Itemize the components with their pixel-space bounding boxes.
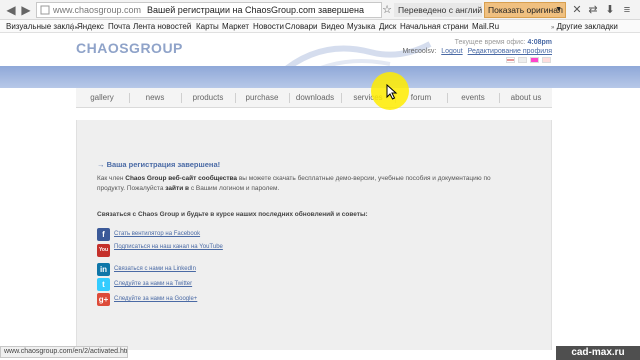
bookmark-news-feed[interactable]: Лента новостей	[133, 20, 191, 33]
url-tab-title: Вашей регистрации на ChaosGroup.com заве…	[147, 5, 365, 15]
mouse-pointer-icon	[386, 84, 398, 100]
star-icon[interactable]: ☆	[380, 3, 394, 17]
web-page: CHAOSGROUP Текущее время офис: 4:08pm Mr…	[0, 34, 640, 350]
language-flags	[506, 57, 552, 65]
main-content: → Ваша регистрация завершена! Как член C…	[76, 120, 552, 350]
flag-icon[interactable]	[542, 57, 551, 63]
twitter-link[interactable]: Следуйте за нами на Twitter	[114, 280, 192, 289]
googleplus-icon[interactable]: g+	[97, 293, 110, 306]
social-linkedin[interactable]: in Связаться с нами на LinkedIn	[97, 263, 397, 277]
linkedin-icon[interactable]: in	[97, 263, 110, 276]
address-bar-row: ◀ ▶ www.chaosgroup.com Вашей регистрации …	[0, 0, 640, 20]
youtube-icon[interactable]: You	[97, 244, 110, 257]
social-googleplus[interactable]: g+ Следуйте за нами на Google+	[97, 293, 397, 307]
bookmark-news[interactable]: Новости	[253, 20, 284, 33]
bookmark-start-page[interactable]: Начальная страни	[400, 20, 468, 33]
bookmark-label: Визуальные закла	[6, 22, 75, 31]
nav-products[interactable]: products	[182, 88, 234, 108]
translate-icon[interactable]: ⇄	[586, 3, 600, 17]
bookmark-mailru[interactable]: Mail.Ru	[472, 20, 499, 33]
office-time-value: 4:08pm	[527, 39, 552, 46]
page-icon	[40, 5, 50, 15]
bookmark-visual[interactable]: Визуальные закла▸	[6, 20, 78, 35]
bookmarks-bar: Визуальные закла▸ Яндекс Почта Лента нов…	[0, 20, 640, 33]
text-part: Как член	[97, 175, 126, 182]
translate-status: Переведено с английского	[394, 3, 482, 17]
twitter-icon[interactable]: t	[97, 278, 110, 291]
bookmark-music[interactable]: Музыка	[347, 20, 375, 33]
url-host: www.chaosgroup.com	[53, 5, 142, 15]
main-nav: gallery news products purchase downloads…	[76, 88, 552, 108]
text-part: с Вашим логином и паролем.	[189, 184, 280, 192]
follow-title: Связаться с Chaos Group и будьте в курсе…	[97, 211, 368, 218]
social-youtube[interactable]: You Подписаться на наш канал на YouTube	[97, 244, 397, 258]
nav-news[interactable]: news	[130, 88, 180, 108]
bookmark-video[interactable]: Видео	[321, 20, 344, 33]
chaosgroup-logo[interactable]: CHAOSGROUP	[76, 40, 200, 56]
url-input[interactable]: www.chaosgroup.com Вашей регистрации на C…	[36, 2, 382, 18]
download-icon[interactable]: ⬇	[603, 3, 617, 17]
chevron-right-icon: »	[551, 25, 555, 31]
bookmark-maps[interactable]: Карты	[196, 20, 219, 33]
bookmark-other[interactable]: » Другие закладки	[550, 20, 618, 35]
divider	[72, 23, 73, 31]
menu-icon[interactable]: ≡	[620, 3, 634, 17]
bookmark-yandex[interactable]: Яндекс	[77, 20, 104, 33]
facebook-link[interactable]: Стать вентилятор на Facebook	[114, 230, 200, 239]
svg-text:CHAOSGROUP: CHAOSGROUP	[76, 40, 183, 56]
username: Mrecoolsv:	[402, 48, 437, 55]
registration-title: → Ваша регистрация завершена!	[97, 160, 221, 169]
header-band	[0, 66, 640, 88]
registration-text: Как член Chaos Group веб-сайт сообщества…	[97, 174, 497, 193]
flag-icon[interactable]	[518, 57, 527, 63]
forward-icon[interactable]: ▶	[19, 3, 33, 17]
bookmark-disk[interactable]: Диск	[379, 20, 396, 33]
login-link[interactable]: зайти в	[165, 185, 189, 192]
googleplus-link[interactable]: Следуйте за нами на Google+	[114, 295, 197, 304]
user-line: Mrecoolsv: Logout Редактирование профиля	[400, 47, 552, 56]
logout-link[interactable]: Logout	[441, 48, 462, 55]
social-facebook[interactable]: f Стать вентилятор на Facebook	[97, 228, 397, 242]
close-icon[interactable]: ✕	[570, 3, 584, 17]
chevron-down-icon: ▼	[555, 6, 562, 13]
nav-events[interactable]: events	[448, 88, 498, 108]
edit-profile-link[interactable]: Редактирование профиля	[468, 48, 552, 55]
watermark: cad-max.ru	[556, 346, 640, 360]
nav-purchase[interactable]: purchase	[236, 88, 288, 108]
nav-gallery[interactable]: gallery	[76, 88, 128, 108]
status-url: www.chaosgroup.com/en/2/activated.html	[0, 346, 128, 358]
youtube-link[interactable]: Подписаться на наш канал на YouTube	[114, 243, 234, 252]
back-icon[interactable]: ◀	[4, 3, 18, 17]
flag-icon[interactable]	[530, 57, 539, 63]
bookmark-dictionaries[interactable]: Словари	[285, 20, 318, 33]
nav-downloads[interactable]: downloads	[290, 88, 340, 108]
bookmark-mail[interactable]: Почта	[108, 20, 130, 33]
bookmark-other-label: Другие закладки	[556, 22, 618, 31]
social-twitter[interactable]: t Следуйте за нами на Twitter	[97, 278, 397, 292]
show-original-button[interactable]: Показать оригинал ▼	[484, 2, 566, 18]
office-time-label: Текущее время офис:	[454, 39, 526, 46]
office-time: Текущее время офис: 4:08pm	[400, 38, 552, 47]
show-original-label: Показать оригинал	[488, 5, 563, 15]
bookmark-market[interactable]: Маркет	[222, 20, 249, 33]
linkedin-link[interactable]: Связаться с нами на LinkedIn	[114, 265, 196, 274]
nav-about-us[interactable]: about us	[500, 88, 552, 108]
facebook-icon[interactable]: f	[97, 228, 110, 241]
flag-icon[interactable]	[506, 57, 515, 63]
community-text: Chaos Group веб-сайт сообщества	[125, 175, 238, 182]
